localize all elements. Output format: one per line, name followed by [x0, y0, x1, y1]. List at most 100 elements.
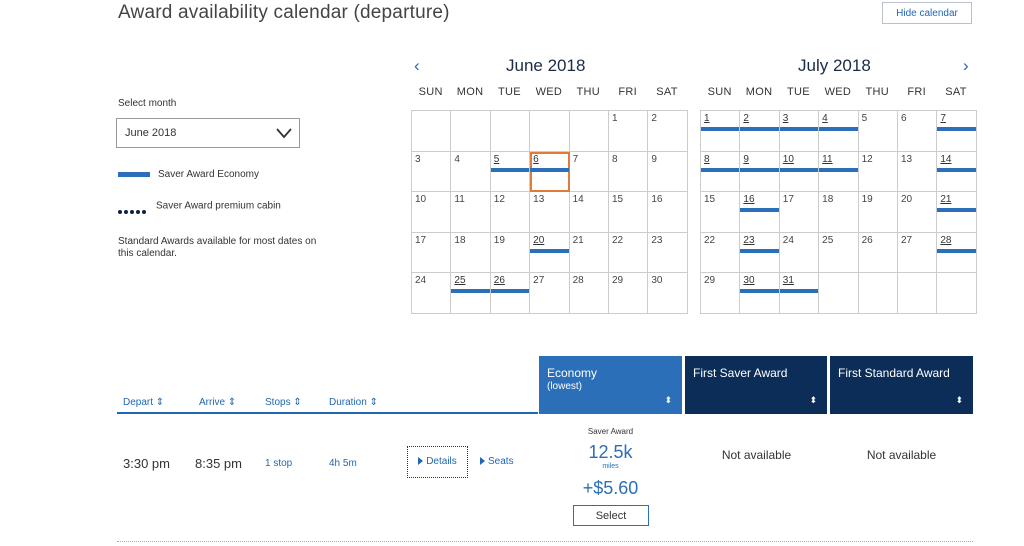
- calendar-day[interactable]: 16: [648, 192, 688, 233]
- day-number: 13: [900, 153, 913, 165]
- calendar-day[interactable]: 17: [779, 192, 820, 233]
- day-of-week-label: FRI: [907, 86, 926, 98]
- first-standard-column-header[interactable]: First Standard Award ⬍: [830, 356, 973, 414]
- economy-taxes: +$5.60: [582, 478, 639, 498]
- chevron-left-icon[interactable]: ‹: [414, 56, 420, 76]
- sort-arrows-icon: ⬍: [955, 395, 963, 405]
- first-saver-column-header[interactable]: First Saver Award ⬍: [685, 356, 827, 414]
- header-underline: [117, 412, 538, 414]
- seats-link[interactable]: Seats: [480, 456, 514, 467]
- day-number: 19: [861, 194, 873, 206]
- calendar-day[interactable]: 4: [451, 151, 491, 193]
- calendar-day[interactable]: 5: [490, 151, 531, 193]
- economy-header-subtitle: (lowest): [547, 381, 583, 392]
- calendar-day[interactable]: 22: [701, 232, 741, 274]
- month-title-june: June 2018: [506, 56, 586, 75]
- saver-economy-indicator: [819, 127, 858, 131]
- calendar-day[interactable]: 24: [412, 273, 452, 314]
- day-number: 29: [611, 275, 624, 287]
- calendar-day[interactable]: 14: [569, 192, 609, 233]
- calendar-day[interactable]: 3: [779, 111, 820, 152]
- chevron-right-icon[interactable]: ›: [963, 56, 969, 76]
- calendar-empty-cell: [490, 111, 531, 152]
- calendar-day[interactable]: 2: [740, 111, 780, 152]
- calendar-day[interactable]: 15: [701, 192, 741, 233]
- calendar-day[interactable]: 28: [937, 232, 977, 274]
- stops-link[interactable]: 1 stop: [265, 458, 292, 469]
- calendar-day[interactable]: 28: [569, 273, 609, 314]
- hide-calendar-button[interactable]: Hide calendar: [882, 2, 972, 24]
- calendar-day[interactable]: 29: [608, 273, 649, 314]
- calendar-day[interactable]: 3: [412, 151, 452, 193]
- calendar-day[interactable]: 2: [648, 111, 688, 152]
- calendar-day[interactable]: 1: [701, 111, 741, 152]
- calendar-day[interactable]: 27: [530, 273, 570, 314]
- calendar-day[interactable]: 8: [701, 151, 741, 193]
- month-select[interactable]: June 2018: [116, 118, 300, 148]
- saver-economy-indicator: [530, 248, 569, 253]
- calendar-day[interactable]: 30: [648, 273, 688, 314]
- calendar-day[interactable]: 12: [858, 151, 898, 193]
- calendar-empty-cell: [451, 111, 491, 152]
- day-number: 9: [651, 153, 657, 165]
- calendar-day[interactable]: 18: [451, 232, 491, 274]
- calendar-day[interactable]: 30: [740, 273, 780, 314]
- calendar-day[interactable]: 31: [779, 273, 820, 314]
- calendar-day[interactable]: 21: [937, 192, 977, 233]
- calendar-day[interactable]: 7: [937, 111, 977, 152]
- calendar-day[interactable]: 17: [412, 232, 452, 274]
- day-number: 29: [704, 275, 716, 287]
- calendar-day[interactable]: 6: [897, 111, 938, 152]
- calendar-day[interactable]: 18: [819, 192, 859, 233]
- day-number: 1: [611, 113, 618, 124]
- saver-economy-indicator: [937, 248, 976, 253]
- calendar-day[interactable]: 4: [819, 111, 859, 152]
- saver-economy-indicator: [779, 167, 819, 172]
- calendar-day[interactable]: 23: [740, 232, 780, 274]
- calendar-day[interactable]: 11: [819, 151, 859, 193]
- details-button[interactable]: Details: [407, 446, 468, 478]
- saver-premium-swatch: [118, 206, 150, 214]
- calendar-day[interactable]: 10: [779, 151, 820, 193]
- day-number: 28: [572, 275, 584, 287]
- day-number: 27: [533, 275, 545, 287]
- calendar-day[interactable]: 25: [819, 232, 859, 274]
- day-number: 1: [704, 113, 710, 124]
- calendar-day[interactable]: 29: [701, 273, 741, 314]
- calendar-day[interactable]: 9: [740, 151, 780, 193]
- calendar-day[interactable]: 24: [779, 232, 820, 274]
- calendar-day[interactable]: 7: [569, 151, 609, 193]
- calendar-day[interactable]: 20: [897, 192, 938, 233]
- calendar-day[interactable]: 5: [858, 111, 898, 152]
- calendar-day[interactable]: 15: [608, 192, 649, 233]
- calendar-day[interactable]: 13: [897, 151, 938, 193]
- economy-column-header[interactable]: Economy (lowest) ⬍: [539, 356, 682, 414]
- calendar-day[interactable]: 27: [897, 232, 938, 274]
- sort-arrive[interactable]: Arrive ⇕: [199, 397, 236, 408]
- calendar-day[interactable]: 9: [648, 151, 688, 193]
- calendar-day[interactable]: 16: [740, 192, 780, 233]
- calendar-day[interactable]: 19: [858, 192, 898, 233]
- calendar-day[interactable]: 14: [937, 151, 977, 193]
- details-label: Details: [426, 456, 457, 467]
- calendar-day[interactable]: 25: [451, 273, 491, 314]
- calendar-day[interactable]: 21: [569, 232, 609, 274]
- calendar-day[interactable]: 23: [648, 232, 688, 274]
- calendar-day[interactable]: 26: [490, 273, 531, 314]
- saver-economy-swatch: [118, 171, 150, 177]
- calendar-day[interactable]: 11: [451, 192, 491, 233]
- calendar-day[interactable]: 22: [608, 232, 649, 274]
- sort-duration[interactable]: Duration ⇕: [329, 397, 378, 408]
- calendar-day[interactable]: 12: [490, 192, 531, 233]
- sort-stops[interactable]: Stops ⇕: [265, 397, 302, 408]
- calendar-day[interactable]: 26: [858, 232, 898, 274]
- calendar-day[interactable]: 1: [608, 111, 649, 152]
- calendar-day[interactable]: 13: [530, 192, 570, 233]
- calendar-day[interactable]: 20: [530, 232, 570, 274]
- select-economy-button[interactable]: Select: [573, 505, 649, 526]
- calendar-day[interactable]: 10: [412, 192, 452, 233]
- calendar-day[interactable]: 8: [608, 151, 649, 193]
- calendar-day[interactable]: 19: [490, 232, 531, 274]
- calendar-day[interactable]: 6: [530, 151, 570, 193]
- sort-depart[interactable]: Depart ⇕: [123, 397, 164, 408]
